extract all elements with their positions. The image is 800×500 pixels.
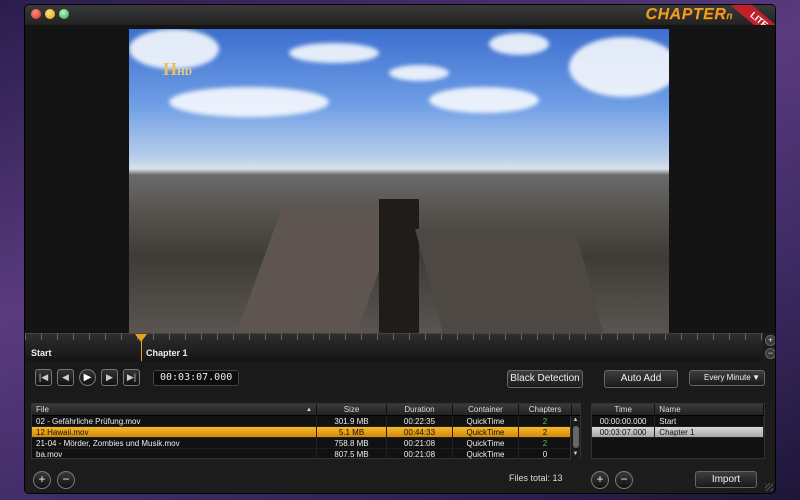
scroll-down-icon[interactable]: ▼ [571,450,580,458]
cloud [289,43,379,63]
play-button[interactable]: ▶ [79,369,96,386]
chapter-name: Chapter 1 [655,427,764,437]
file-duration: 00:44:33 [387,427,453,437]
file-chapters: 2 [519,416,572,426]
minimize-window-button[interactable] [45,9,55,19]
file-row[interactable]: ba.mov 807.5 MB 00:21:08 QuickTime 0 [32,449,580,460]
file-name: ba.mov [32,449,317,459]
timeline-marker-chapter-1[interactable]: Chapter 1 [146,348,188,358]
add-file-button[interactable]: + [33,471,51,489]
cloud [389,65,449,81]
title-bar: CHAPTERn LITE [25,5,775,45]
file-list-header: File ▲ Size Duration Container Chapters [32,404,580,416]
play-icon: ▶ [83,372,92,383]
chapter-time: 00:00:00.000 [592,416,656,426]
file-row-selected[interactable]: 12 Hawaii.mov 5.1 MB 00:44:33 QuickTime … [32,427,580,438]
file-size: 5.1 MB [317,427,387,437]
file-container: QuickTime [453,449,519,459]
transport-controls: |◀ ◀ ▶ ▶ ▶| 00:03:07.000 Black Detection… [25,361,775,401]
step-forward-icon: ▶ [106,372,113,382]
step-back-button[interactable]: ◀ [57,369,74,386]
column-chapters[interactable]: Chapters [519,404,572,415]
file-size: 758.8 MB [317,438,387,448]
app-window: CHAPTERn LITE HHD Start Chapter 1 + − |◀… [24,4,776,494]
file-duration: 00:21:08 [387,438,453,448]
rock [415,229,603,333]
zoom-out-button[interactable]: − [765,348,775,359]
chapter-row-selected[interactable]: 00:03:07.000 Chapter 1 [592,427,764,438]
file-container: QuickTime [453,438,519,448]
timecode-display: 00:03:07.000 [153,370,240,386]
step-forward-button[interactable]: ▶ [101,369,118,386]
scroll-thumb[interactable] [572,426,579,448]
file-list-scrollbar[interactable]: ▲ ▼ [570,416,580,460]
import-button[interactable]: Import [695,471,757,488]
video-area: HHD [25,25,775,333]
file-container: QuickTime [453,416,519,426]
cloud [169,87,329,117]
chapter-list: Time Name 00:00:00.000 Start 00:03:07.00… [591,403,765,459]
skip-to-start-button[interactable]: |◀ [35,369,52,386]
auto-add-button[interactable]: Auto Add [604,370,678,388]
channel-logo: HHD [163,59,193,79]
file-chapters: 0 [519,449,572,459]
file-container: QuickTime [453,427,519,437]
column-name[interactable]: Name [655,404,764,415]
timeline-marker-start[interactable]: Start [31,348,52,358]
file-chapters: 2 [519,427,572,437]
file-name: 12 Hawaii.mov [32,427,317,437]
remove-file-button[interactable]: − [57,471,75,489]
zoom-in-button[interactable]: + [765,335,775,346]
file-size: 807.5 MB [317,449,387,459]
chapter-list-header: Time Name [592,404,764,416]
sort-up-icon: ▲ [306,407,312,413]
file-chapters: 2 [519,438,572,448]
file-list: File ▲ Size Duration Container Chapters 0… [31,403,581,460]
video-preview: HHD [129,29,669,333]
scroll-up-icon[interactable]: ▲ [571,416,580,424]
close-window-button[interactable] [31,9,41,19]
column-time[interactable]: Time [592,404,656,415]
column-size[interactable]: Size [317,404,387,415]
chevron-down-icon: ▼ [752,373,760,382]
chapter-timeline[interactable]: Start Chapter 1 [25,333,763,362]
file-row[interactable]: 02 - Gefährliche Prüfung.mov 301.9 MB 00… [32,416,580,427]
add-chapter-button[interactable]: + [591,471,609,489]
rock [236,209,402,333]
resize-handle[interactable] [765,483,773,491]
cloud [429,87,539,113]
cloud [489,33,549,55]
skip-to-end-button[interactable]: ▶| [123,369,140,386]
file-duration: 00:21:08 [387,449,453,459]
chapter-name: Start [655,416,764,426]
file-duration: 00:22:35 [387,416,453,426]
rock-crack [379,199,419,333]
skip-start-icon: |◀ [38,372,49,382]
interval-value: Every Minute [704,373,751,382]
cloud [569,37,669,97]
playhead[interactable] [135,334,147,362]
files-total: Files total: 13 [509,473,563,483]
app-logo: CHAPTERn [645,6,733,23]
column-container[interactable]: Container [453,404,519,415]
skip-end-icon: ▶| [126,372,137,382]
remove-chapter-button[interactable]: − [615,471,633,489]
chapter-time: 00:03:07.000 [592,427,656,437]
interval-select[interactable]: Every Minute ▼ [689,370,765,386]
file-size: 301.9 MB [317,416,387,426]
column-file[interactable]: File ▲ [32,404,317,415]
file-name: 02 - Gefährliche Prüfung.mov [32,416,317,426]
zoom-window-button[interactable] [59,9,69,19]
file-name: 21-04 - Mörder, Zombies und Musik.mov [32,438,317,448]
step-back-icon: ◀ [62,372,69,382]
black-detection-button[interactable]: Black Detection [507,370,583,388]
chapter-row[interactable]: 00:00:00.000 Start [592,416,764,427]
column-duration[interactable]: Duration [387,404,453,415]
file-row[interactable]: 21-04 - Mörder, Zombies und Musik.mov 75… [32,438,580,449]
